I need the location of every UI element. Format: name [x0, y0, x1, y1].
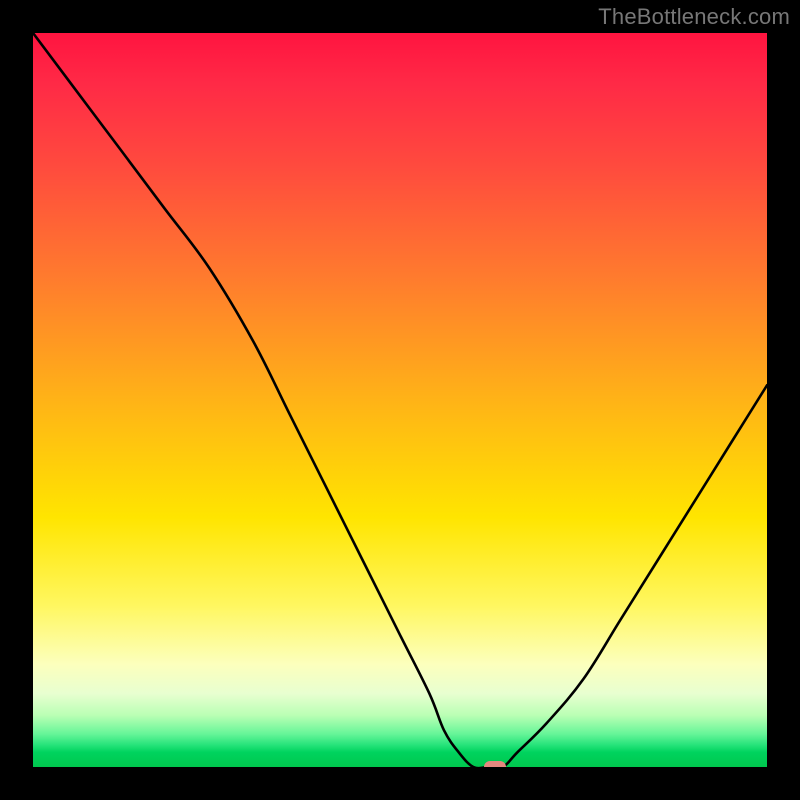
chart-frame: TheBottleneck.com: [0, 0, 800, 800]
plot-area: [33, 33, 767, 767]
watermark-text: TheBottleneck.com: [598, 4, 790, 30]
bottleneck-curve: [33, 33, 767, 767]
current-config-marker: [484, 761, 506, 767]
